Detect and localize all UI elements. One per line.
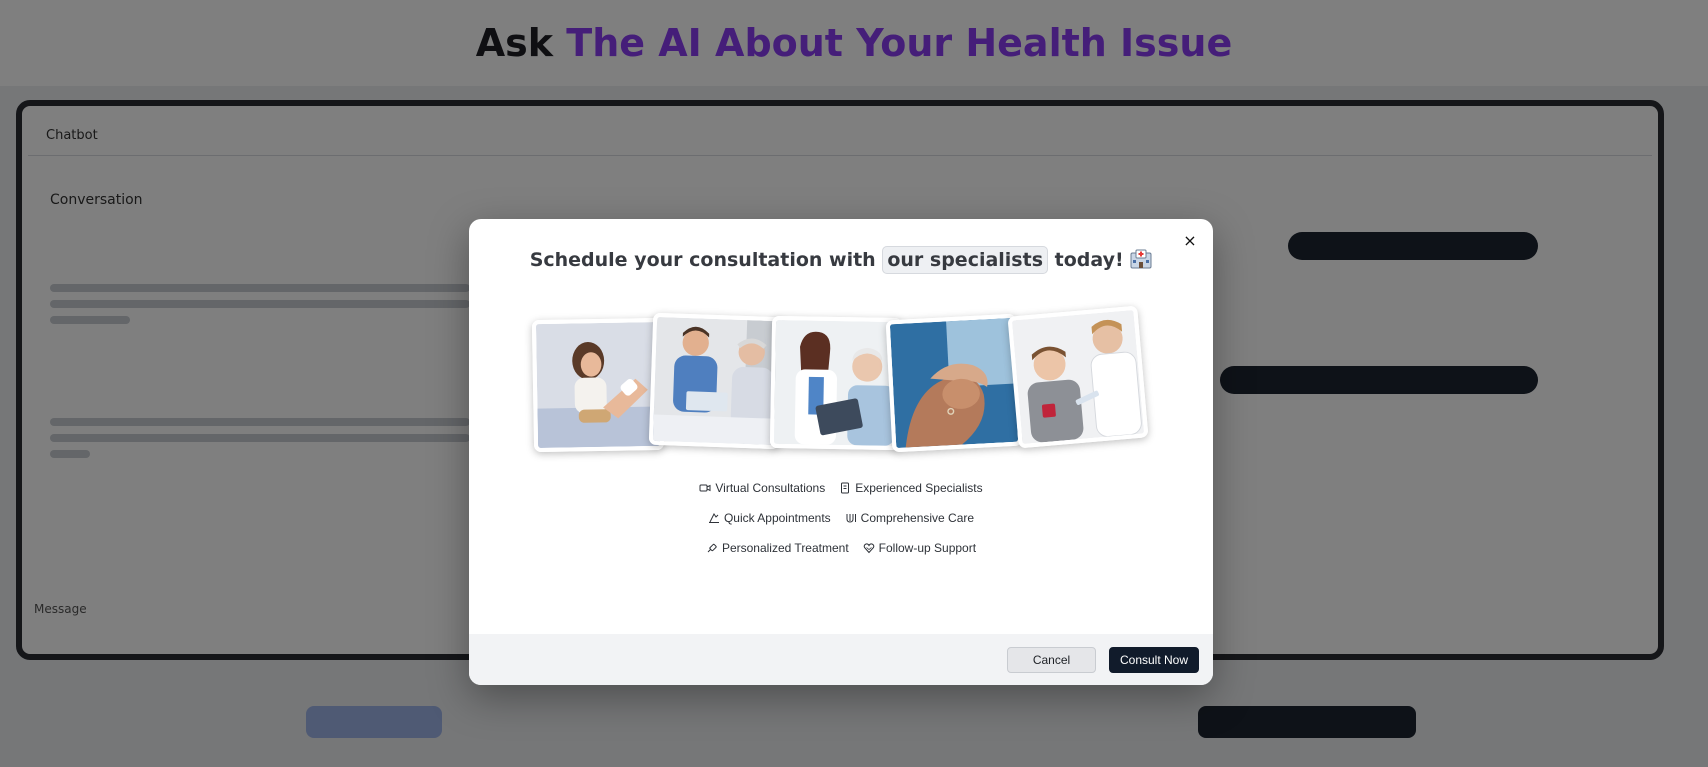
feature-label: Quick Appointments — [723, 511, 831, 525]
consult-now-button[interactable]: Consult Now — [1109, 646, 1199, 673]
heart-handshake-icon — [863, 542, 875, 554]
feature-label: Comprehensive Care — [860, 511, 975, 525]
feature-label: Virtual Consultations — [715, 481, 826, 495]
video-camera-icon — [699, 482, 711, 494]
feature-quick-appointments: Quick Appointments — [708, 511, 831, 525]
feature-comprehensive-care: Comprehensive Care — [845, 511, 974, 525]
stethoscope-icon — [845, 512, 857, 524]
modal-title-before: Schedule your consultation with — [529, 249, 876, 271]
photo-collage — [531, 305, 1173, 461]
feature-follow-up-support: Follow-up Support — [863, 541, 976, 555]
feature-personalized-treatment: Personalized Treatment — [706, 541, 849, 555]
girl-with-knee-bandage-photo — [531, 317, 665, 453]
holding-hands-photo — [885, 313, 1023, 453]
boy-getting-vaccine-photo — [1007, 305, 1149, 449]
feature-experienced-specialists: Experienced Specialists — [839, 481, 983, 495]
consultation-modal: × Schedule your consultation with our sp… — [469, 219, 1213, 685]
feature-virtual-consultations: Virtual Consultations — [699, 481, 825, 495]
doctor-with-tablet-photo — [769, 315, 903, 451]
calendar-icon — [708, 512, 720, 524]
nurse-with-elderly-patient-photo — [648, 312, 784, 450]
syringe-icon — [706, 542, 718, 554]
modal-title-after: today! — [1054, 249, 1124, 271]
feature-label: Personalized Treatment — [721, 541, 849, 555]
feature-row: Quick Appointments Comprehensive Care — [708, 511, 974, 525]
feature-list: Virtual Consultations Experienced Specia… — [469, 481, 1213, 555]
feature-row: Personalized Treatment Follow-up Support — [706, 541, 976, 555]
hospital-icon — [1130, 249, 1152, 269]
id-badge-icon — [839, 482, 851, 494]
modal-title-highlight: our specialists — [882, 246, 1049, 274]
feature-row: Virtual Consultations Experienced Specia… — [699, 481, 983, 495]
modal-title: Schedule your consultation with our spec… — [469, 246, 1213, 274]
cancel-button[interactable]: Cancel — [1007, 646, 1096, 673]
modal-footer: Cancel Consult Now — [469, 634, 1213, 685]
feature-label: Follow-up Support — [878, 541, 977, 555]
feature-label: Experienced Specialists — [855, 481, 983, 495]
